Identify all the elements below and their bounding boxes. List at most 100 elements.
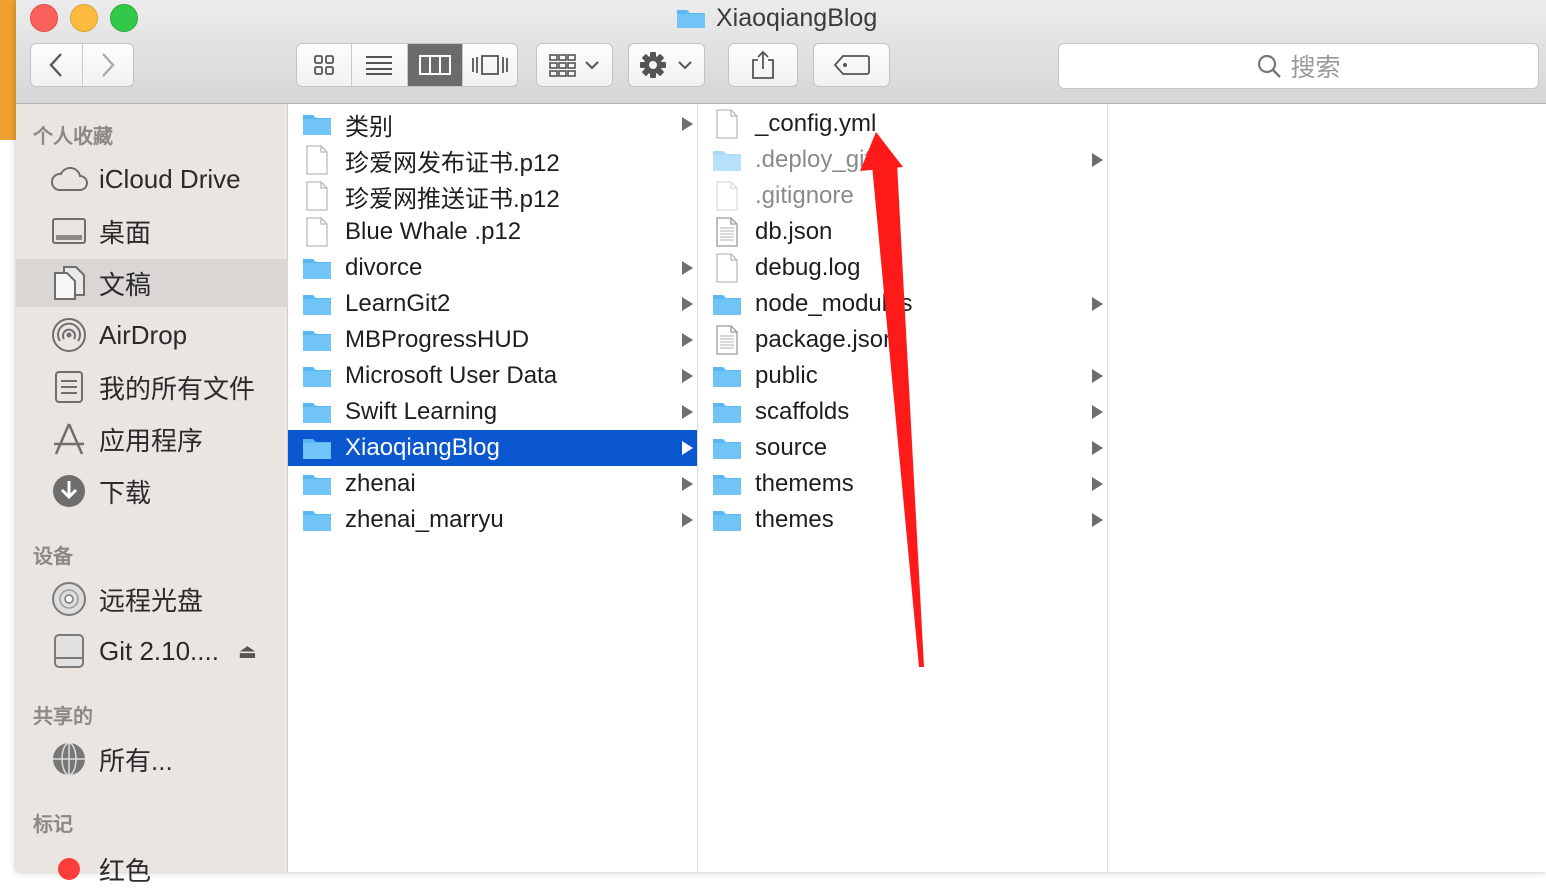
file-row[interactable]: .gitignore	[698, 178, 1107, 214]
tags-button[interactable]	[813, 43, 890, 87]
gear-icon	[639, 52, 692, 78]
sidebar-item-label: 桌面	[99, 217, 152, 248]
text-document-icon	[712, 325, 742, 355]
sidebar-item-documents[interactable]: 文稿	[16, 259, 288, 307]
item-name: zhenai	[345, 470, 416, 497]
folder-row[interactable]: zhenai	[288, 466, 697, 502]
share-button[interactable]	[728, 43, 798, 87]
folder-icon	[712, 145, 742, 175]
sidebar-item-tag-red[interactable]: 红色	[16, 845, 288, 893]
disclosure-arrow-icon	[1092, 513, 1103, 527]
back-button[interactable]	[31, 44, 83, 86]
desktop-icon	[50, 212, 88, 250]
file-row[interactable]: _config.yml	[698, 106, 1107, 142]
folder-row[interactable]: MBProgressHUD	[288, 322, 697, 358]
file-row[interactable]: db.json	[698, 214, 1107, 250]
folder-icon	[302, 253, 332, 283]
folder-row[interactable]: Microsoft User Data	[288, 358, 697, 394]
sidebar-item-icloud-drive[interactable]: iCloud Drive	[16, 155, 288, 203]
downloads-icon	[50, 472, 88, 510]
file-row[interactable]: 珍爱网发布证书.p12	[288, 142, 697, 178]
cover-flow-view-button[interactable]	[462, 44, 517, 86]
file-icon	[712, 109, 742, 139]
item-name: Microsoft User Data	[345, 362, 558, 389]
disclosure-arrow-icon	[682, 441, 693, 455]
item-name: themes	[755, 506, 834, 533]
eject-icon[interactable]: ⏏	[238, 639, 257, 664]
folder-icon	[302, 109, 332, 139]
arrange-icon	[548, 54, 599, 77]
folder-row[interactable]: themes	[698, 502, 1107, 538]
sidebar-item-applications[interactable]: 应用程序	[16, 415, 288, 463]
minimize-button[interactable]	[70, 4, 98, 32]
disclosure-arrow-icon	[1092, 441, 1103, 455]
file-row[interactable]: Blue Whale .p12	[288, 214, 697, 250]
documents-icon	[50, 264, 88, 302]
disclosure-arrow-icon	[682, 261, 693, 275]
icon-view-button[interactable]	[297, 44, 353, 86]
favorites-header: 个人收藏	[33, 126, 113, 148]
folder-row[interactable]: divorce	[288, 250, 697, 286]
sidebar-item-all-my-files[interactable]: 我的所有文件	[16, 363, 288, 411]
item-name: 珍爱网发布证书.p12	[345, 149, 560, 177]
disclosure-arrow-icon	[682, 405, 693, 419]
folder-row[interactable]: source	[698, 430, 1107, 466]
airdrop-icon	[50, 316, 88, 354]
disclosure-arrow-icon	[682, 369, 693, 383]
column-empty	[1108, 104, 1546, 872]
disclosure-arrow-icon	[682, 513, 693, 527]
sidebar-item-git-volume[interactable]: Git 2.10.... ⏏	[16, 627, 288, 675]
folder-row[interactable]: zhenai_marryu	[288, 502, 697, 538]
folder-row[interactable]: 类别	[288, 106, 697, 142]
forward-button[interactable]	[82, 44, 133, 86]
folder-row[interactable]: public	[698, 358, 1107, 394]
list-view-button[interactable]	[352, 44, 408, 86]
sidebar-item-downloads[interactable]: 下载	[16, 467, 288, 515]
disc-icon	[50, 580, 88, 618]
folder-row[interactable]: XiaoqiangBlog	[288, 430, 697, 466]
folder-icon	[302, 397, 332, 427]
chevron-right-icon	[101, 53, 115, 77]
folder-icon	[302, 361, 332, 391]
search-icon	[1258, 54, 1282, 78]
toolbar: XiaoqiangBlog 搜索	[16, 0, 1546, 104]
item-name: package.json	[755, 326, 897, 353]
item-name: db.json	[755, 218, 833, 245]
item-name: node_modules	[755, 290, 913, 317]
file-icon	[302, 217, 332, 247]
sidebar-item-remote-disc[interactable]: 远程光盘	[16, 575, 288, 623]
window-title-label: XiaoqiangBlog	[716, 3, 878, 32]
item-name: _config.yml	[755, 110, 877, 137]
sidebar-item-airdrop[interactable]: AirDrop	[16, 311, 288, 359]
item-name: themems	[755, 470, 854, 497]
zoom-button[interactable]	[110, 4, 138, 32]
sidebar-item-all-shared[interactable]: 所有...	[16, 735, 288, 783]
sidebar-item-label: 下载	[99, 477, 152, 508]
file-row[interactable]: 珍爱网推送证书.p12	[288, 178, 697, 214]
file-row[interactable]: debug.log	[698, 250, 1107, 286]
folder-row[interactable]: themems	[698, 466, 1107, 502]
item-name: .deploy_git	[755, 146, 872, 173]
folder-icon	[712, 433, 742, 463]
arrange-button[interactable]	[536, 43, 613, 87]
chevron-left-icon	[49, 53, 63, 77]
icon-view-icon	[314, 55, 335, 75]
list-view-icon	[366, 56, 393, 75]
action-button[interactable]	[628, 43, 705, 87]
folder-row[interactable]: Swift Learning	[288, 394, 697, 430]
column-view-button[interactable]	[407, 44, 463, 86]
file-row[interactable]: package.json	[698, 322, 1107, 358]
folder-icon	[302, 325, 332, 355]
folder-icon	[712, 505, 742, 535]
search-field[interactable]: 搜索	[1058, 43, 1539, 89]
sidebar: 个人收藏 iCloud Drive 桌面 文稿 AirDrop 我的所有文件 应…	[16, 104, 288, 886]
folder-row[interactable]: scaffolds	[698, 394, 1107, 430]
folder-row[interactable]: .deploy_git	[698, 142, 1107, 178]
sidebar-item-desktop[interactable]: 桌面	[16, 207, 288, 255]
folder-row[interactable]: LearnGit2	[288, 286, 697, 322]
folder-row[interactable]: node_modules	[698, 286, 1107, 322]
folder-icon	[712, 469, 742, 499]
disclosure-arrow-icon	[1092, 405, 1103, 419]
close-button[interactable]	[30, 4, 58, 32]
text-document-icon	[712, 217, 742, 247]
